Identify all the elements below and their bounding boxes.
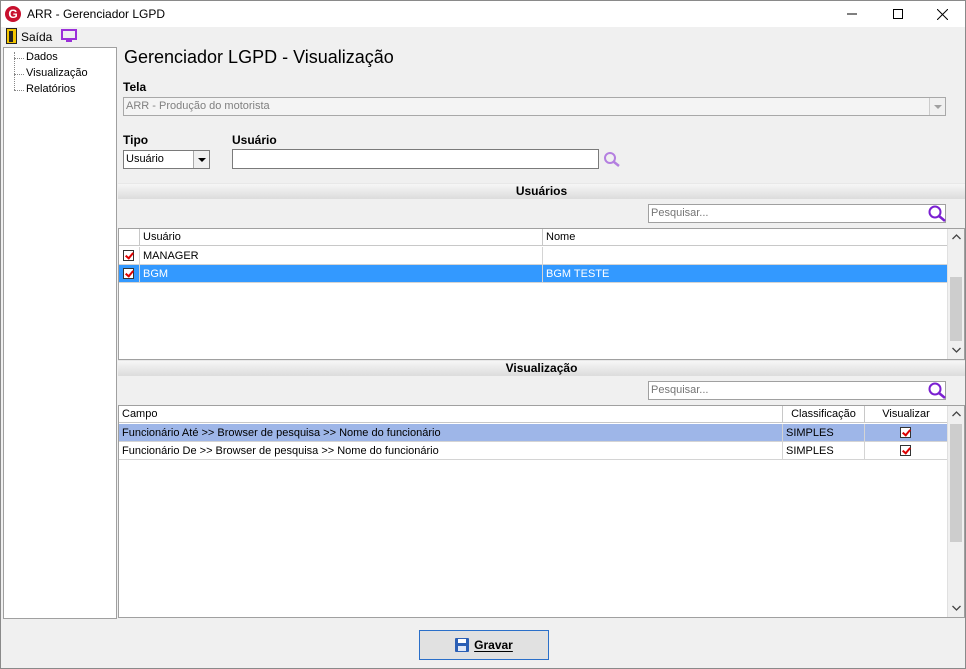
- column-header-visualizar[interactable]: Visualizar: [865, 406, 948, 423]
- exit-door-icon: [6, 28, 17, 44]
- window-title: ARR - Gerenciador LGPD: [27, 7, 166, 21]
- app-logo-icon: G: [5, 6, 21, 22]
- usuario-input[interactable]: [232, 149, 599, 169]
- search-icon[interactable]: [603, 151, 621, 168]
- users-search-box[interactable]: [648, 204, 946, 223]
- row-check-cell[interactable]: [119, 265, 140, 283]
- checkbox-checked[interactable]: [123, 250, 134, 261]
- view-section-header: Visualização: [118, 360, 965, 376]
- cell-visualizar[interactable]: [865, 442, 948, 460]
- cell-visualizar[interactable]: [865, 424, 948, 442]
- column-header-nome[interactable]: Nome: [543, 229, 948, 246]
- close-icon: [936, 8, 948, 20]
- chevron-down-icon: [197, 157, 206, 162]
- cell-nome: BGM TESTE: [543, 265, 948, 283]
- tree-item-dados[interactable]: Dados: [26, 51, 58, 63]
- main-panel: Gerenciador LGPD - Visualização Tela ARR…: [118, 47, 965, 619]
- tela-select[interactable]: ARR - Produção do motorista: [123, 97, 946, 116]
- view-search-box[interactable]: [648, 381, 946, 400]
- exit-button[interactable]: Saída: [1, 27, 53, 47]
- users-table: Usuário Nome MANAGER BGM BGM TESTE: [118, 228, 965, 360]
- tipo-dropdown-arrow[interactable]: [193, 151, 209, 168]
- scroll-down-arrow-icon[interactable]: [948, 342, 964, 358]
- maximize-icon: [893, 9, 903, 19]
- scroll-thumb[interactable]: [950, 424, 962, 542]
- users-vertical-scrollbar[interactable]: [947, 229, 964, 359]
- view-table: Campo Classificação Visualizar Funcionár…: [118, 405, 965, 618]
- users-search-input[interactable]: [651, 207, 921, 219]
- usuario-label: Usuário: [232, 133, 277, 147]
- cell-campo: Funcionário Até >> Browser de pesquisa >…: [119, 424, 783, 442]
- exit-label: Saída: [21, 30, 53, 44]
- table-row-selected[interactable]: Funcionário Até >> Browser de pesquisa >…: [119, 424, 948, 442]
- table-row[interactable]: MANAGER: [119, 247, 948, 265]
- scroll-up-arrow-icon[interactable]: [948, 229, 964, 245]
- scroll-thumb[interactable]: [950, 277, 962, 341]
- save-button[interactable]: Gravar: [419, 630, 549, 660]
- tipo-select[interactable]: Usuário: [123, 150, 210, 169]
- cell-classificacao: SIMPLES: [783, 442, 865, 460]
- search-icon[interactable]: [927, 381, 947, 400]
- app-window: G ARR - Gerenciador LGPD Saída Dados Vis…: [0, 0, 966, 669]
- cell-classificacao: SIMPLES: [783, 424, 865, 442]
- minimize-icon: [847, 13, 857, 15]
- cell-nome: [543, 247, 948, 265]
- view-search-input[interactable]: [651, 384, 921, 396]
- page-title: Gerenciador LGPD - Visualização: [124, 47, 394, 67]
- chevron-down-icon: [933, 104, 942, 109]
- checkbox-checked[interactable]: [900, 427, 911, 438]
- view-vertical-scrollbar[interactable]: [947, 406, 964, 617]
- cell-usuario: MANAGER: [140, 247, 543, 265]
- tree-connector: [14, 74, 24, 75]
- tela-select-value: ARR - Produção do motorista: [126, 100, 270, 112]
- monitor-icon[interactable]: [61, 29, 77, 43]
- minimize-button[interactable]: [829, 1, 875, 27]
- cell-campo: Funcionário De >> Browser de pesquisa >>…: [119, 442, 783, 460]
- tipo-label: Tipo: [123, 133, 149, 147]
- search-icon[interactable]: [927, 204, 947, 223]
- toolbar: Saída: [1, 27, 965, 47]
- checkbox-checked[interactable]: [123, 268, 134, 279]
- tipo-select-value: Usuário: [126, 153, 164, 165]
- column-header-classificacao[interactable]: Classificação: [783, 406, 865, 423]
- floppy-disk-icon: [455, 638, 470, 652]
- maximize-button[interactable]: [875, 1, 921, 27]
- navigation-tree: Dados Visualização Relatórios: [3, 47, 117, 619]
- table-row[interactable]: Funcionário De >> Browser de pesquisa >>…: [119, 442, 948, 460]
- scroll-down-arrow-icon[interactable]: [948, 600, 964, 616]
- column-header-usuario[interactable]: Usuário: [140, 229, 543, 246]
- row-check-cell[interactable]: [119, 247, 140, 265]
- scroll-up-arrow-icon[interactable]: [948, 406, 964, 422]
- title-bar: G ARR - Gerenciador LGPD: [1, 1, 965, 27]
- tela-dropdown-arrow[interactable]: [929, 98, 945, 115]
- cell-usuario: BGM: [140, 265, 543, 283]
- close-button[interactable]: [919, 1, 965, 27]
- users-table-header: Usuário Nome: [119, 229, 948, 246]
- users-section-header: Usuários: [118, 183, 965, 199]
- tree-connector: [14, 58, 24, 59]
- save-button-label: Gravar: [474, 638, 513, 652]
- column-header-campo[interactable]: Campo: [119, 406, 783, 423]
- column-header-check: [119, 229, 140, 246]
- tree-item-relatorios[interactable]: Relatórios: [26, 83, 76, 95]
- tree-item-visualizacao[interactable]: Visualização: [26, 67, 88, 79]
- view-table-header: Campo Classificação Visualizar: [119, 406, 948, 423]
- checkbox-checked[interactable]: [900, 445, 911, 456]
- tela-label: Tela: [123, 80, 147, 94]
- table-row-selected[interactable]: BGM BGM TESTE: [119, 265, 948, 283]
- tree-connector: [14, 90, 24, 91]
